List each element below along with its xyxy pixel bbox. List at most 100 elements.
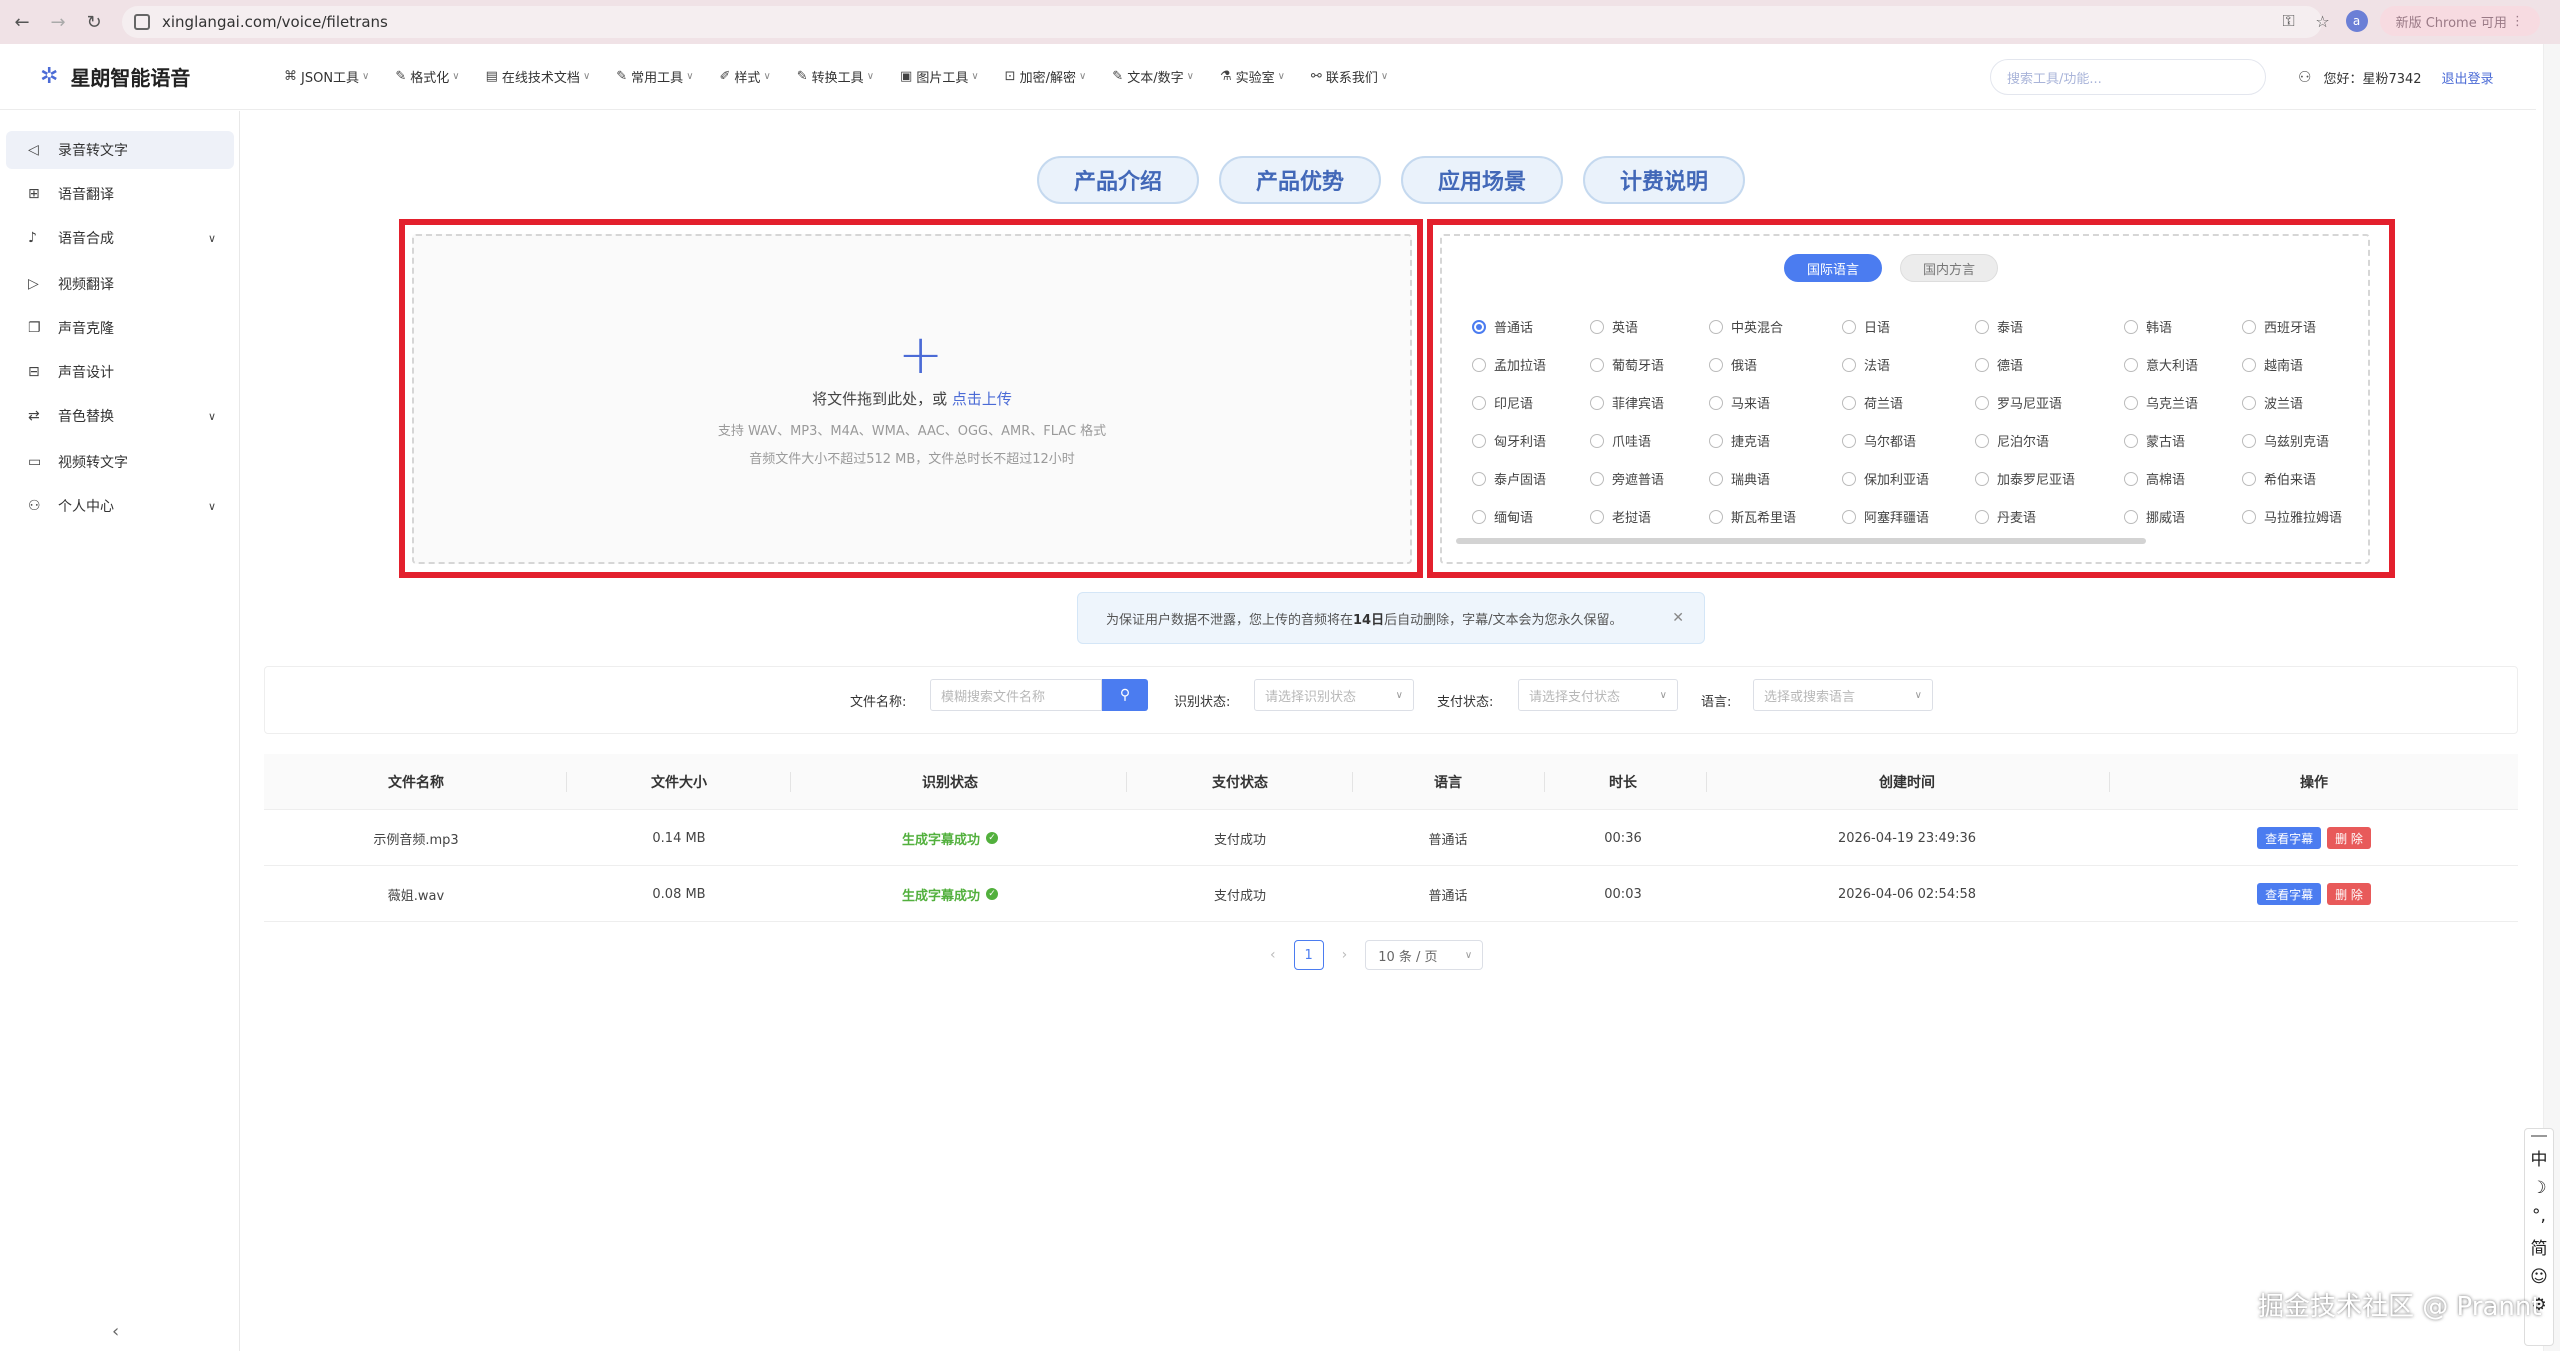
radio-button[interactable]: [1709, 471, 1723, 486]
radio-button[interactable]: [1590, 395, 1604, 410]
reload-icon[interactable]: ↻: [80, 8, 108, 36]
language-option[interactable]: 韩语: [2124, 317, 2172, 336]
click-upload-link[interactable]: 点击上传: [952, 390, 1012, 408]
radio-button[interactable]: [1472, 433, 1486, 448]
tool-search-input[interactable]: 搜索工具/功能...: [1990, 59, 2266, 95]
radio-button[interactable]: [1842, 357, 1856, 372]
nav-item-0[interactable]: ⌘ JSON工具 ∨: [284, 67, 369, 86]
language-option[interactable]: 丹麦语: [1975, 507, 2036, 526]
chrome-update-button[interactable]: 新版 Chrome 可用 ⋮: [2379, 6, 2540, 36]
language-option[interactable]: 法语: [1842, 355, 1890, 374]
sidebar-item-7[interactable]: ▭ 视频转文字: [6, 443, 234, 481]
radio-button[interactable]: [2124, 319, 2138, 334]
radio-button[interactable]: [1975, 509, 1989, 524]
language-option[interactable]: 德语: [1975, 355, 2023, 374]
radio-button[interactable]: [1590, 433, 1604, 448]
nav-item-1[interactable]: ✎ 格式化 ∨: [395, 67, 459, 86]
radio-button[interactable]: [2124, 395, 2138, 410]
key-icon[interactable]: ⚿: [2278, 10, 2300, 32]
language-option[interactable]: 乌兹别克语: [2242, 431, 2329, 450]
page-size-select[interactable]: 10 条 / 页 ∨: [1365, 940, 1484, 970]
language-option[interactable]: 希伯来语: [2242, 469, 2316, 488]
language-option[interactable]: 英语: [1590, 317, 1638, 336]
filename-search-input[interactable]: 模糊搜索文件名称: [930, 679, 1102, 711]
page-number[interactable]: 1: [1293, 940, 1324, 970]
radio-button[interactable]: [2124, 357, 2138, 372]
radio-button[interactable]: [1472, 319, 1486, 334]
language-option[interactable]: 保加利亚语: [1842, 469, 1929, 488]
language-option[interactable]: 菲律宾语: [1590, 393, 1664, 412]
address-bar[interactable]: xinglangai.com/voice/filetrans: [122, 6, 2322, 38]
language-option[interactable]: 乌克兰语: [2124, 393, 2198, 412]
sidebar-item-4[interactable]: ❐ 声音克隆: [6, 309, 234, 347]
language-option[interactable]: 印尼语: [1472, 393, 1533, 412]
radio-button[interactable]: [2124, 433, 2138, 448]
language-option[interactable]: 罗马尼亚语: [1975, 393, 2062, 412]
pay-select[interactable]: 请选择支付状态 ∨: [1518, 679, 1678, 711]
logo[interactable]: ✲ 星朗智能语音: [40, 62, 280, 91]
language-option[interactable]: 泰语: [1975, 317, 2023, 336]
sidebar-item-6[interactable]: ⇄ 音色替换 ∨: [6, 397, 234, 435]
language-option[interactable]: 日语: [1842, 317, 1890, 336]
collapse-sidebar-icon[interactable]: ‹: [112, 1321, 119, 1342]
radio-button[interactable]: [2242, 471, 2256, 486]
radio-button[interactable]: [1709, 509, 1723, 524]
nav-item-7[interactable]: ⊡ 加密/解密 ∨: [1005, 67, 1087, 86]
language-option[interactable]: 蒙古语: [2124, 431, 2185, 450]
sidebar-item-8[interactable]: ⚇ 个人中心 ∨: [6, 487, 234, 525]
radio-button[interactable]: [2242, 319, 2256, 334]
radio-button[interactable]: [2242, 395, 2256, 410]
nav-item-4[interactable]: ✐ 样式 ∨: [720, 67, 771, 86]
sidebar-item-1[interactable]: ⊞ 语音翻译: [6, 175, 234, 213]
language-option[interactable]: 俄语: [1709, 355, 1757, 374]
language-option[interactable]: 西班牙语: [2242, 317, 2316, 336]
radio-button[interactable]: [1975, 395, 1989, 410]
ime-chinese-icon[interactable]: 中: [2531, 1145, 2548, 1170]
ime-emoji-icon[interactable]: ☺: [2530, 1267, 2548, 1287]
nav-item-9[interactable]: ⚗ 实验室 ∨: [1220, 67, 1285, 86]
tab-3[interactable]: 计费说明: [1583, 156, 1745, 204]
language-option[interactable]: 波兰语: [2242, 393, 2303, 412]
radio-button[interactable]: [1472, 395, 1486, 410]
radio-button[interactable]: [1472, 357, 1486, 372]
radio-button[interactable]: [1472, 471, 1486, 486]
radio-button[interactable]: [1590, 357, 1604, 372]
language-option[interactable]: 匈牙利语: [1472, 431, 1546, 450]
radio-button[interactable]: [1590, 509, 1604, 524]
language-option[interactable]: 旁遮普语: [1590, 469, 1664, 488]
radio-button[interactable]: [1975, 357, 1989, 372]
prev-page-icon[interactable]: ‹: [1270, 947, 1276, 963]
language-option[interactable]: 越南语: [2242, 355, 2303, 374]
radio-button[interactable]: [1590, 471, 1604, 486]
view-subtitle-button[interactable]: 查看字幕: [2257, 883, 2322, 905]
language-option[interactable]: 缅甸语: [1472, 507, 1533, 526]
tab-0[interactable]: 产品介绍: [1037, 156, 1199, 204]
radio-button[interactable]: [2242, 433, 2256, 448]
nav-item-2[interactable]: ▤ 在线技术文档 ∨: [486, 67, 591, 86]
language-option[interactable]: 阿塞拜疆语: [1842, 507, 1929, 526]
language-option[interactable]: 泰卢固语: [1472, 469, 1546, 488]
radio-button[interactable]: [1472, 509, 1486, 524]
language-horizontal-scrollbar[interactable]: [1456, 538, 2146, 544]
search-button[interactable]: ⚲: [1102, 679, 1148, 711]
nav-item-10[interactable]: ⚯ 联系我们 ∨: [1311, 67, 1388, 86]
sidebar-item-3[interactable]: ▷ 视频翻译: [6, 265, 234, 303]
status-select[interactable]: 请选择识别状态 ∨: [1254, 679, 1414, 711]
nav-item-3[interactable]: ✎ 常用工具 ∨: [616, 67, 693, 86]
radio-button[interactable]: [2242, 357, 2256, 372]
delete-button[interactable]: 删 除: [2327, 883, 2371, 905]
tab-1[interactable]: 产品优势: [1219, 156, 1381, 204]
ime-simplified-icon[interactable]: 简: [2531, 1234, 2548, 1259]
back-icon[interactable]: ←: [8, 8, 36, 36]
ime-moon-icon[interactable]: ☽: [2531, 1178, 2546, 1198]
language-option[interactable]: 中英混合: [1709, 317, 1783, 336]
close-icon[interactable]: ✕: [1672, 610, 1684, 626]
language-option[interactable]: 挪威语: [2124, 507, 2185, 526]
radio-button[interactable]: [1842, 319, 1856, 334]
sidebar-item-0[interactable]: ◁ 录音转文字: [6, 131, 234, 169]
logout-link[interactable]: 退出登录: [2442, 68, 2494, 87]
radio-button[interactable]: [1590, 319, 1604, 334]
upload-dropzone[interactable]: + 将文件拖到此处，或 点击上传 支持 WAV、MP3、M4A、WMA、AAC、…: [412, 234, 1412, 564]
radio-button[interactable]: [1709, 433, 1723, 448]
radio-button[interactable]: [1975, 471, 1989, 486]
